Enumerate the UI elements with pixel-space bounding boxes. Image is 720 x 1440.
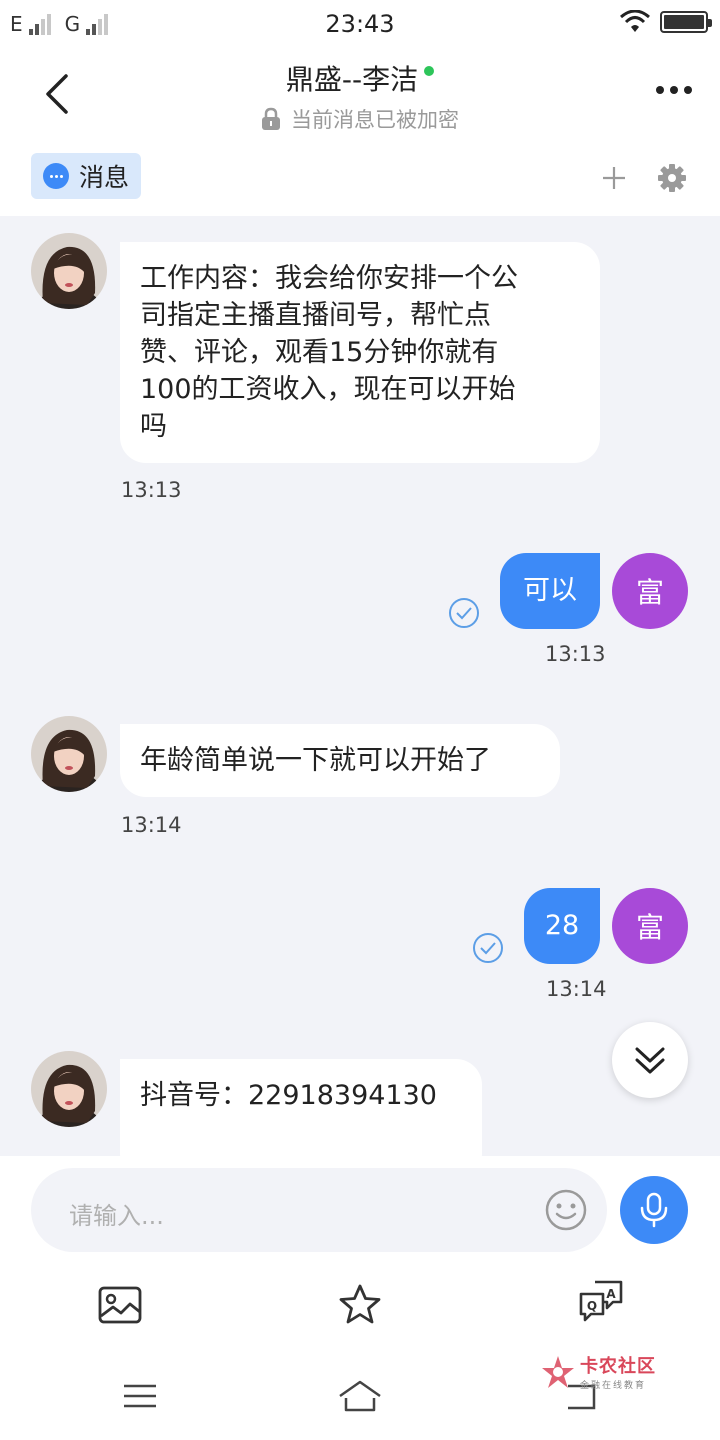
qa-chat-icon[interactable]: Q A (577, 1278, 625, 1326)
message-input[interactable]: 请输入... (31, 1168, 607, 1252)
contact-avatar[interactable] (31, 716, 107, 792)
status-right (620, 10, 712, 34)
watermark-logo-icon (542, 1355, 574, 1388)
message-input-placeholder: 请输入... (69, 1202, 164, 1230)
gear-icon[interactable] (656, 162, 688, 194)
message-timestamp: 13:14 (546, 977, 607, 1001)
message-bubble-incoming[interactable]: 抖音号：22918394130 (120, 1059, 482, 1156)
message-bubble-outgoing[interactable]: 可以 (500, 553, 600, 629)
microphone-icon (640, 1192, 668, 1228)
message-text-line: 吗 (140, 411, 167, 442)
composer-toolbar: Q A (0, 1266, 720, 1356)
star-icon[interactable] (337, 1282, 383, 1328)
message-bubble-incoming[interactable]: 年龄简单说一下就可以开始了 (120, 724, 560, 797)
more-dots-icon[interactable] (656, 86, 692, 94)
contact-avatar[interactable] (31, 1051, 107, 1127)
chat-bubble-icon (43, 163, 69, 189)
encryption-text: 当前消息已被加密 (291, 108, 459, 132)
message-text: 年龄简单说一下就可以开始了 (140, 745, 491, 776)
page-title: 鼎盛--李洁 (285, 58, 435, 98)
self-avatar-label: 富 (635, 911, 664, 944)
message-text: 可以 (523, 575, 577, 606)
chat-header: 鼎盛--李洁 当前消息已被加密 (0, 50, 720, 142)
lock-icon (262, 107, 280, 130)
message-timestamp: 13:13 (121, 478, 182, 502)
scroll-to-bottom-button[interactable] (612, 1022, 688, 1098)
message-text: 28 (544, 910, 580, 941)
voice-button[interactable] (620, 1176, 688, 1244)
wifi-icon (620, 10, 650, 32)
status-bar: E G 23:43 (0, 0, 720, 50)
message-text-line: 工作内容：我会给你安排一个公 (140, 263, 518, 294)
image-icon[interactable] (97, 1282, 143, 1328)
menu-icon[interactable] (118, 1378, 162, 1414)
header-title-block: 鼎盛--李洁 当前消息已被加密 (0, 58, 720, 135)
message-text-line: 司指定主播直播间号，帮忙点 (140, 300, 491, 331)
message-timestamp: 13:14 (121, 813, 182, 837)
read-check-icon (473, 933, 503, 963)
tab-messages[interactable]: 消息 (31, 153, 142, 199)
battery-icon (660, 11, 712, 33)
double-chevron-down-icon (635, 1047, 665, 1074)
self-avatar[interactable]: 富 (612, 553, 688, 629)
plus-icon[interactable] (600, 164, 628, 192)
message-list[interactable]: 工作内容：我会给你安排一个公 司指定主播直播间号，帮忙点 赞、评论，观看15分钟… (0, 216, 720, 1156)
svg-text:Q: Q (587, 1299, 597, 1313)
watermark-main: 卡农社区 (580, 1356, 656, 1377)
message-text: 抖音号：22918394130 (140, 1080, 437, 1111)
read-check-icon (449, 598, 479, 628)
watermark-sub: 金融在线教育 (580, 1381, 647, 1391)
online-status-dot (424, 66, 435, 76)
contact-name: 鼎盛--李洁 (285, 63, 419, 96)
watermark: 卡农社区 金融在线教育 (540, 1352, 656, 1391)
home-icon[interactable] (336, 1378, 384, 1414)
message-text-line: 100的工资收入，现在可以开始 (140, 374, 516, 405)
tab-row: 消息 (0, 142, 720, 216)
watermark-text: 卡农社区 金融在线教育 (580, 1352, 656, 1391)
encryption-notice: 当前消息已被加密 (261, 104, 459, 134)
message-bubble-incoming[interactable]: 工作内容：我会给你安排一个公 司指定主播直播间号，帮忙点 赞、评论，观看15分钟… (120, 242, 600, 463)
smiley-icon[interactable] (544, 1188, 588, 1232)
clock: 23:43 (325, 10, 395, 38)
message-text-line: 赞、评论，观看15分钟你就有 (140, 337, 499, 368)
message-bubble-outgoing[interactable]: 28 (524, 888, 600, 964)
message-timestamp: 13:13 (545, 642, 606, 666)
contact-avatar[interactable] (31, 233, 107, 309)
self-avatar[interactable]: 富 (612, 888, 688, 964)
self-avatar-label: 富 (635, 576, 664, 609)
svg-text:A: A (606, 1287, 616, 1301)
composer: 请输入... (0, 1156, 720, 1266)
tab-messages-label: 消息 (79, 163, 130, 192)
